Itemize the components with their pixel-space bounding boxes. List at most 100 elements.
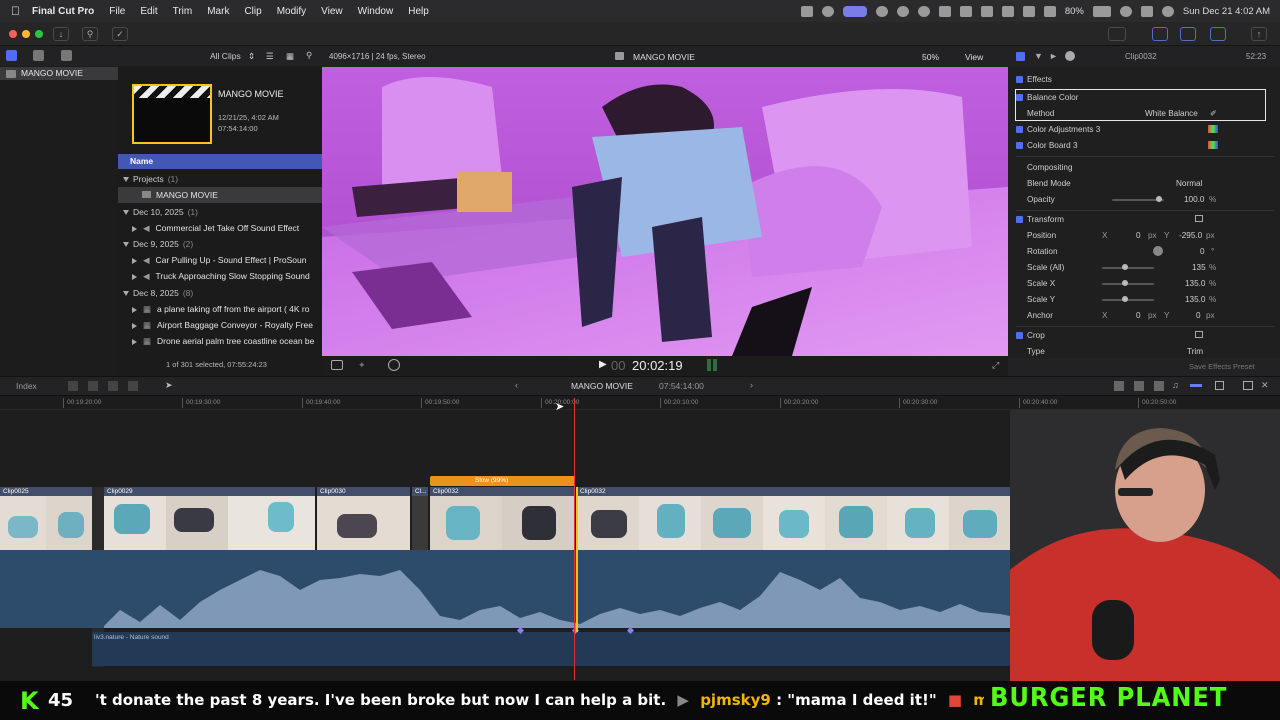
menu-help[interactable]: Help [408, 6, 429, 17]
screen-record-icon[interactable] [800, 5, 813, 17]
display-icon[interactable] [980, 5, 993, 17]
zoom-window-button[interactable] [35, 30, 43, 38]
library-item[interactable]: MANGO MOVIE [0, 67, 118, 80]
skimming-icon[interactable] [1134, 381, 1144, 391]
browser-toggle-icon[interactable] [1152, 27, 1168, 41]
menu-file[interactable]: File [109, 6, 125, 17]
list-view-icon[interactable]: ☰ [266, 51, 274, 62]
share-icon[interactable]: ↑ [1251, 27, 1267, 41]
list-item[interactable]: ▦ a plane taking off from the airport ( 4… [118, 301, 322, 317]
scale-y-value[interactable]: 135.0 [1185, 292, 1206, 307]
retime-bar[interactable]: Slow (99%) [430, 476, 575, 486]
wifi-icon[interactable] [1043, 5, 1056, 17]
rotation-dial[interactable] [1153, 246, 1163, 256]
disclosure-icon[interactable] [123, 177, 129, 183]
disclosure-icon[interactable] [132, 322, 137, 329]
close-timeline-icon[interactable]: ✕ [1261, 380, 1269, 391]
video-clip[interactable]: Clip0025 [0, 487, 92, 550]
position-x-value[interactable]: 0 [1136, 228, 1141, 243]
screen-mirror-icon[interactable] [842, 5, 867, 17]
balance-color-row[interactable]: Balance Color [1016, 90, 1274, 105]
slider-knob[interactable] [1122, 280, 1128, 286]
menu-mark[interactable]: Mark [207, 6, 229, 17]
checkbox[interactable] [1016, 126, 1023, 134]
forward-arrow-icon[interactable]: › [750, 380, 753, 390]
volume-icon[interactable] [938, 5, 951, 17]
search-icon[interactable] [1119, 5, 1132, 17]
audio-skimming-icon[interactable] [1154, 381, 1164, 391]
anchor-y-value[interactable]: 0 [1196, 308, 1201, 323]
scale-all-slider[interactable] [1102, 264, 1154, 270]
checkbox[interactable] [1016, 142, 1023, 150]
timeline-project-menu[interactable]: MANGO MOVIE [571, 381, 633, 391]
group-dec10[interactable]: Dec 10, 2025 (1) [118, 204, 322, 220]
method-select[interactable]: White Balance [1145, 106, 1198, 121]
disclosure-icon[interactable] [132, 225, 137, 232]
menu-view[interactable]: View [321, 6, 343, 17]
zoom-menu[interactable]: 50% [922, 52, 939, 62]
audio-waveform-lane[interactable] [0, 550, 1010, 628]
color-swatch-icon[interactable] [1208, 141, 1218, 149]
opacity-slider[interactable] [1112, 196, 1164, 202]
battery-icon[interactable] [1092, 5, 1111, 17]
video-clip[interactable]: Cl... [412, 487, 428, 550]
timeline-ruler[interactable]: 00:19:20:00 00:19:30:00 00:19:40:00 00:1… [0, 396, 1280, 410]
anchor-x-value[interactable]: 0 [1136, 308, 1141, 323]
compositing-section[interactable]: Compositing [1016, 160, 1274, 175]
audio-inspector-icon[interactable]: ► [1049, 51, 1058, 61]
append-clip-icon[interactable] [108, 381, 118, 391]
scale-x-value[interactable]: 135.0 [1185, 276, 1206, 291]
inspector-toggle-icon[interactable] [1210, 27, 1226, 41]
crop-type-select[interactable]: Trim [1187, 344, 1203, 356]
menu-edit[interactable]: Edit [140, 6, 157, 17]
close-window-button[interactable] [9, 30, 17, 38]
position-y-value[interactable]: -295.0 [1179, 228, 1202, 243]
connected-audio-clip[interactable]: liv3.nature - Nature sound [92, 626, 1010, 666]
filmstrip-view-icon[interactable]: ▦ [286, 51, 294, 62]
play-icon[interactable]: ▶ [599, 359, 607, 370]
list-item[interactable]: ◀ Commercial Jet Take Off Sound Effect [118, 220, 322, 236]
titles-generators-icon[interactable] [61, 50, 72, 61]
transform-section[interactable]: Transform [1016, 212, 1274, 227]
crop-section[interactable]: Crop [1016, 328, 1274, 343]
list-item[interactable]: ◀ Car Pulling Up - Sound Effect | ProSoun [118, 252, 322, 268]
scale-all-value[interactable]: 135 [1192, 260, 1206, 275]
scale-x-slider[interactable] [1102, 280, 1154, 286]
group-dec8[interactable]: Dec 8, 2025 (8) [118, 285, 322, 301]
color-wheel-icon[interactable] [821, 5, 834, 17]
clock[interactable]: Sun Dec 21 4:02 AM [1183, 6, 1270, 17]
video-frame[interactable] [322, 67, 1008, 356]
disclosure-icon[interactable] [123, 291, 129, 297]
eyedropper-icon[interactable]: ✐ [1210, 106, 1217, 121]
disclosure-icon[interactable] [123, 210, 129, 216]
globe-icon[interactable] [896, 5, 909, 17]
timeline-toggle-icon[interactable] [1180, 27, 1196, 41]
color-swatch-icon[interactable] [1208, 125, 1218, 133]
disclosure-icon[interactable] [132, 273, 137, 280]
video-clip[interactable]: Clip0030 [317, 487, 410, 550]
onscreen-controls-icon[interactable] [1195, 215, 1203, 222]
connect-clip-icon[interactable] [68, 381, 78, 391]
select-tool-icon[interactable]: ➤ [165, 380, 173, 391]
speed-icon[interactable] [388, 359, 400, 371]
rotation-value[interactable]: 0 [1200, 244, 1205, 259]
import-icon[interactable]: ↓ [53, 27, 69, 41]
menu-clip[interactable]: Clip [244, 6, 261, 17]
project-thumbnail[interactable] [132, 84, 212, 144]
opacity-value[interactable]: 100.0 [1184, 192, 1205, 207]
snapping-icon[interactable] [1114, 381, 1124, 391]
view-menu[interactable]: View [965, 52, 983, 62]
fullscreen-icon[interactable]: ⤢ [992, 360, 999, 371]
photos-audio-icon[interactable] [33, 50, 44, 61]
share-layout-icon[interactable] [1108, 27, 1126, 41]
menu-trim[interactable]: Trim [173, 6, 193, 17]
color-adjustments-row[interactable]: Color Adjustments 3 [1016, 122, 1274, 137]
timecode[interactable]: 20:02:19 [632, 358, 683, 373]
list-item[interactable]: MANGO MOVIE [118, 187, 322, 203]
save-effects-preset-button[interactable]: Save Effects Preset [1189, 362, 1255, 371]
menu-app[interactable]: Final Cut Pro [32, 6, 94, 17]
effects-section[interactable]: Effects [1016, 72, 1274, 87]
clip-appearance-icon[interactable] [1215, 381, 1224, 390]
list-item[interactable]: ▦ Drone aerial palm tree coastline ocean … [118, 333, 322, 349]
color-board-row[interactable]: Color Board 3 [1016, 138, 1274, 153]
